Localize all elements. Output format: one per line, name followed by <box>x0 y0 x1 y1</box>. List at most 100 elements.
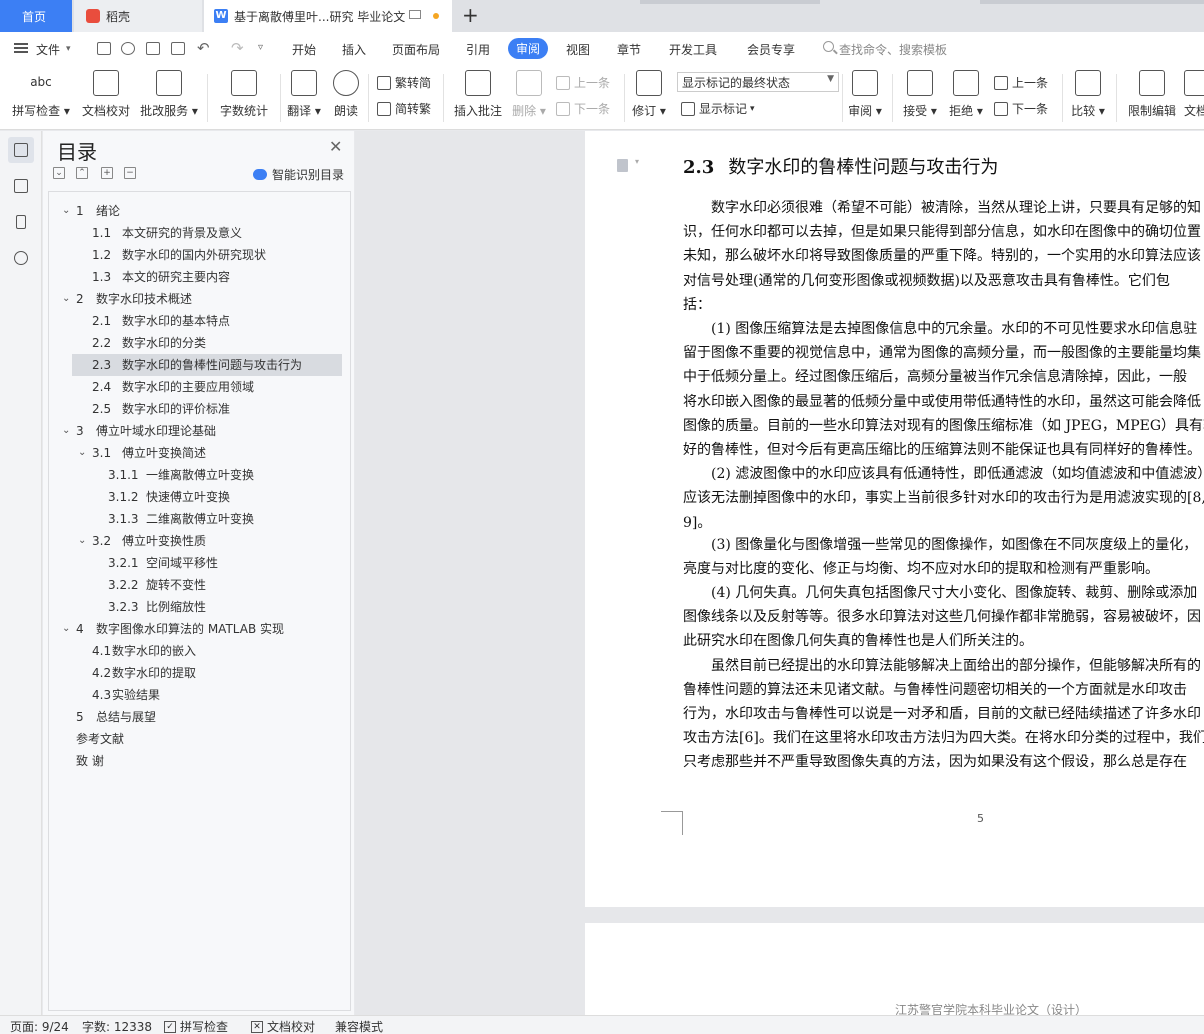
toc-item[interactable]: 4.3 实验结果 <box>72 684 342 706</box>
toc-item[interactable]: 致 谢 <box>72 750 342 772</box>
close-icon[interactable]: ✕ <box>329 137 342 156</box>
review-ribbon: abc 拼写检查 ▾ 文档校对 批改服务 ▾ 字数统计 翻译 ▾ 朗读 繁转简 … <box>0 66 1204 130</box>
format-painter-icon[interactable] <box>121 42 135 55</box>
read-aloud-button[interactable]: 朗读 <box>330 70 362 119</box>
toc-item[interactable]: 5 总结与展望 <box>72 706 342 728</box>
toc-item[interactable]: 4.1 数字水印的嵌入 <box>72 640 342 662</box>
word-count-button[interactable]: 字数统计 <box>218 70 270 119</box>
smart-toc-button[interactable]: 智能识别目录 <box>253 166 344 183</box>
body-text-line: 只考虑那些并不严重导致图像失真的方法，因为如果没有这个假设，那么总是存在 <box>683 754 1187 771</box>
trad-to-simp-button[interactable]: 繁转简 <box>377 74 431 91</box>
menu-references[interactable]: 引用 <box>466 41 490 58</box>
document-page[interactable]: ▾ 2.3 数字水印的鲁棒性问题与攻击行为 5 数字水印必须很难（希望不可能）被清… <box>585 131 1204 907</box>
find-nav-button[interactable] <box>8 245 34 271</box>
chevron-down-icon[interactable]: ⌄ <box>62 618 70 640</box>
toc-item[interactable]: ⌄ 2 数字水印技术概述 <box>62 288 342 310</box>
toc-item[interactable]: 2.4 数字水印的主要应用领域 <box>72 376 342 398</box>
delete-comment-button[interactable]: 删除 ▾ <box>512 70 546 119</box>
menu-start[interactable]: 开始 <box>292 41 316 58</box>
window-mode-icon[interactable] <box>409 10 421 19</box>
menu-member[interactable]: 会员专享 <box>747 41 795 58</box>
menu-review[interactable]: 审阅 <box>508 38 549 59</box>
page-outline-icon[interactable] <box>617 159 628 172</box>
page-indicator[interactable]: 页面: 9/24 <box>10 1018 69 1034</box>
new-tab-plus-icon[interactable]: + <box>462 3 479 27</box>
accept-button[interactable]: 接受 ▾ <box>902 70 938 119</box>
menu-developer[interactable]: 开发工具 <box>669 41 717 58</box>
simp-to-trad-button[interactable]: 简转繁 <box>377 100 431 117</box>
spell-check-button[interactable]: abc 拼写检查 ▾ <box>10 70 72 119</box>
translate-button[interactable]: 翻译 ▾ <box>286 70 322 119</box>
chevron-down-icon[interactable]: ⌄ <box>78 530 86 552</box>
chapter-nav-button[interactable] <box>8 173 34 199</box>
track-changes-button[interactable]: 修订 ▾ <box>631 70 667 119</box>
toc-item[interactable]: 3.1.3 二维离散傅立叶变换 <box>72 508 342 530</box>
toc-item[interactable]: 3.1.1 一维离散傅立叶变换 <box>72 464 342 486</box>
reject-button[interactable]: 拒绝 ▾ <box>948 70 984 119</box>
toc-item[interactable]: 1.1 本文研究的背景及意义 <box>72 222 342 244</box>
undo-icon[interactable]: ↶ <box>197 39 210 57</box>
chevron-down-icon[interactable]: ⌄ <box>62 288 70 310</box>
spell-check-status[interactable]: ✓ 拼写检查 <box>164 1018 228 1034</box>
toc-item[interactable]: ⌄ 3.2 傅立叶变换性质 <box>72 530 342 552</box>
expand-all-icon[interactable]: ⌄ <box>53 167 65 179</box>
toc-item[interactable]: 2.5 数字水印的评价标准 <box>72 398 342 420</box>
toc-item[interactable]: 1.2 数字水印的国内外研究现状 <box>72 244 342 266</box>
toc-item[interactable]: 2.1 数字水印的基本特点 <box>72 310 342 332</box>
print-icon[interactable] <box>146 42 160 55</box>
hamburger-icon[interactable] <box>14 43 28 53</box>
menu-view[interactable]: 视图 <box>566 41 590 58</box>
menu-file[interactable]: 文件 <box>36 41 60 58</box>
print-preview-icon[interactable] <box>171 42 185 55</box>
compare-button[interactable]: 比较 ▾ <box>1070 70 1106 119</box>
batch-service-button[interactable]: 批改服务 ▾ <box>140 70 198 119</box>
prev-comment-button[interactable]: 上一条 <box>556 74 610 91</box>
toc-item[interactable]: 1.3 本文的研究主要内容 <box>72 266 342 288</box>
toc-nav-button[interactable] <box>8 137 34 163</box>
toc-item[interactable]: 4.2 数字水印的提取 <box>72 662 342 684</box>
chevron-down-icon[interactable]: ⌄ <box>62 200 70 222</box>
tab-home[interactable]: 首页 <box>0 0 72 32</box>
file-dropdown-icon[interactable]: ▾ <box>66 44 71 54</box>
word-count-status[interactable]: 字数: 12338 <box>82 1018 152 1034</box>
next-comment-button[interactable]: 下一条 <box>556 100 610 117</box>
restrict-editing-button[interactable]: 限制编辑 <box>1126 70 1178 119</box>
add-heading-icon[interactable]: + <box>101 167 113 179</box>
document-protect-button[interactable]: 文档 <box>1184 70 1204 119</box>
toc-item[interactable]: 2.2 数字水印的分类 <box>72 332 342 354</box>
toc-item[interactable]: 3.2.3 比例缩放性 <box>72 596 342 618</box>
toc-item[interactable]: ⌄ 1 绪论 <box>62 200 342 222</box>
menu-page-layout[interactable]: 页面布局 <box>392 41 440 58</box>
chevron-down-icon[interactable]: ▾ <box>635 157 639 166</box>
collapse-all-icon[interactable]: ⌃ <box>76 167 88 179</box>
next-change-button[interactable]: 下一条 <box>994 100 1048 117</box>
body-text-line: 图像线条以及反射等等。很多水印算法对这些几何操作都非常脆弱，容易被破坏，因 <box>683 609 1201 626</box>
toc-item[interactable]: 参考文献 <box>72 728 342 750</box>
save-icon[interactable] <box>97 42 111 55</box>
command-search[interactable]: 查找命令、搜索模板 <box>839 41 947 58</box>
toc-item[interactable]: ⌄ 3 傅立叶域水印理论基础 <box>62 420 342 442</box>
toc-item[interactable]: 2.3 数字水印的鲁棒性问题与攻击行为 <box>72 354 342 376</box>
show-markup-button[interactable]: 显示标记 ▾ <box>681 100 755 117</box>
toc-item[interactable]: ⌄ 3.1 傅立叶变换简述 <box>72 442 342 464</box>
doc-proofread-button[interactable]: 文档校对 <box>80 70 132 119</box>
menu-insert[interactable]: 插入 <box>342 41 366 58</box>
menu-chapter[interactable]: 章节 <box>617 41 641 58</box>
review-pane-button[interactable]: 审阅 ▾ <box>848 70 882 119</box>
toc-item[interactable]: 3.2.1 空间域平移性 <box>72 552 342 574</box>
prev-change-button[interactable]: 上一条 <box>994 74 1048 91</box>
redo-icon[interactable]: ↷ <box>231 39 244 57</box>
chevron-down-icon[interactable]: ⌄ <box>78 442 86 464</box>
toc-item[interactable]: 3.1.2 快速傅立叶变换 <box>72 486 342 508</box>
insert-comment-button[interactable]: 插入批注 <box>452 70 504 119</box>
quick-access-more-icon[interactable]: ▿ <box>258 42 263 53</box>
toc-item[interactable]: ⌄ 4 数字图像水印算法的 MATLAB 实现 <box>62 618 342 640</box>
toc-item[interactable]: 3.2.2 旋转不变性 <box>72 574 342 596</box>
chevron-down-icon[interactable]: ⌄ <box>62 420 70 442</box>
remove-heading-icon[interactable]: − <box>124 167 136 179</box>
tab-daoke[interactable]: 稻壳 <box>74 0 202 32</box>
doc-proofread-status[interactable]: ✕ 文档校对 <box>251 1018 315 1034</box>
search-icon[interactable] <box>823 41 834 52</box>
markup-state-select[interactable]: 显示标记的最终状态 ▼ <box>677 72 839 92</box>
bookmark-nav-button[interactable] <box>8 209 34 235</box>
